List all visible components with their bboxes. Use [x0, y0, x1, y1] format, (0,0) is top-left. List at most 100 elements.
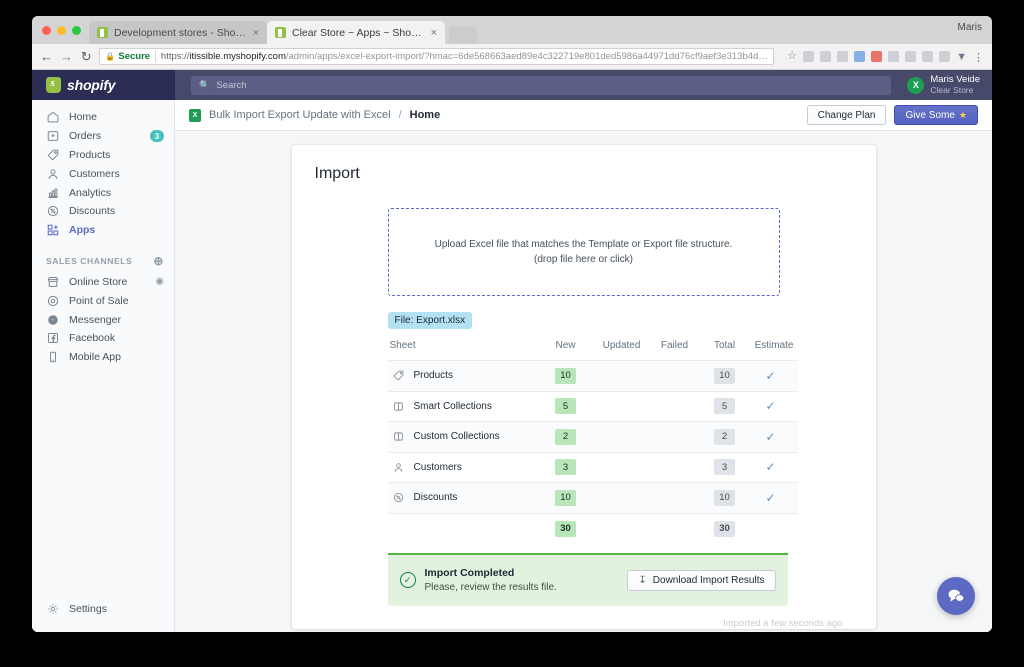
col-sheet: Sheet	[389, 340, 416, 351]
totals-estimate	[750, 513, 798, 544]
row-sheet-cell: Products	[388, 361, 538, 392]
extension-icon-7[interactable]	[939, 51, 951, 62]
omnibox-divider	[155, 51, 156, 62]
person-icon	[48, 169, 58, 179]
change-plan-button[interactable]: Change Plan	[806, 105, 887, 125]
chat-support-button[interactable]	[937, 577, 975, 615]
browser-tab-development-stores[interactable]: Development stores - Shopify ×	[89, 21, 267, 44]
sidebar-item-facebook[interactable]: Facebook	[32, 329, 174, 348]
download-icon: ↧	[638, 574, 647, 586]
sidebar-item-point-of-sale[interactable]: Point of Sale	[32, 291, 174, 310]
totals-new: 30	[538, 513, 594, 544]
table-row[interactable]: Custom Collections 2 2 ✓	[387, 421, 798, 453]
bookmark-star-icon[interactable]: ☆	[787, 51, 797, 62]
sidebar-item-home[interactable]: Home	[32, 108, 174, 127]
row-new: 3	[538, 452, 594, 483]
new-pill: 10	[555, 489, 576, 506]
extension-icon-2[interactable]	[820, 51, 832, 62]
sidebar-item-discounts[interactable]: Discounts	[32, 202, 174, 221]
extension-icon-1[interactable]	[803, 51, 815, 62]
url-path: /admin/apps/excel-export-import/?hmac=6d…	[285, 51, 769, 62]
reload-icon[interactable]: ↻	[80, 49, 92, 65]
sidebar-item-label: Customers	[69, 167, 120, 180]
home-icon	[47, 112, 59, 123]
extension-icon-8[interactable]: ▼	[956, 51, 967, 63]
page-scroll-area[interactable]: Import Upload Excel file that matches th…	[175, 131, 992, 632]
close-window-button[interactable]	[42, 25, 51, 35]
user-menu[interactable]: X Maris Veide Clear Store	[907, 74, 992, 96]
new-tab-button[interactable]	[449, 26, 477, 44]
extension-icon-5[interactable]	[871, 51, 883, 62]
row-sheet-cell: Smart Collections	[388, 391, 538, 422]
download-import-results-button[interactable]: ↧ Download Import Results	[627, 569, 776, 591]
page-scrollbar[interactable]	[983, 131, 992, 632]
col-new: New	[555, 340, 576, 351]
eye-icon[interactable]: ◉	[155, 276, 164, 287]
sidebar-item-analytics[interactable]: Analytics	[32, 183, 174, 202]
row-sheet-label: Products	[413, 370, 453, 382]
sidebar-item-orders[interactable]: Orders 3	[32, 127, 174, 146]
collection-icon	[393, 432, 403, 441]
download-label: Download Import Results	[652, 574, 765, 586]
forward-icon[interactable]: →	[60, 49, 73, 64]
row-new: 5	[538, 391, 594, 422]
row-updated	[594, 452, 650, 483]
sidebar-item-products[interactable]: Products	[32, 146, 174, 165]
plus-circle-icon[interactable]: ⊕	[153, 254, 164, 268]
search-input[interactable]: 🔍 Search	[191, 75, 892, 95]
browser-tab-clear-store[interactable]: Clear Store ~ Apps ~ Shopify ×	[267, 21, 445, 44]
admin-topbar: shopify 🔍 Search X Maris Veide Clear Sto…	[32, 70, 992, 100]
tab-title: Development stores - Shopify	[114, 26, 247, 39]
extension-icon-4[interactable]	[854, 51, 866, 62]
address-bar[interactable]: 🔒 Secure https:// itissible.myshopify.co…	[99, 48, 775, 65]
admin-body: Home Orders 3 Products Customers Analyti…	[32, 100, 992, 632]
import-summary-table: Sheet New Updated Failed Total Estimate	[387, 340, 798, 544]
excel-icon: X	[189, 108, 201, 122]
row-updated	[594, 483, 650, 514]
row-estimate: ✓	[750, 391, 798, 422]
window-controls[interactable]	[40, 16, 89, 44]
row-total: 3	[700, 452, 750, 483]
row-sheet-cell: Custom Collections	[388, 422, 538, 453]
tab-title: Clear Store ~ Apps ~ Shopify	[292, 26, 425, 39]
mail-extension-icon[interactable]	[905, 51, 917, 62]
screenshot-extension-icon[interactable]	[888, 51, 900, 62]
search-placeholder: Search	[216, 79, 247, 91]
table-row[interactable]: Discounts 10 10 ✓	[387, 482, 798, 514]
row-estimate: ✓	[750, 422, 798, 453]
table-row[interactable]: Products 10 10 ✓	[387, 360, 798, 392]
table-row[interactable]: Customers 3 3 ✓	[387, 452, 798, 483]
browser-menu-icon[interactable]: ⋮	[973, 51, 984, 64]
maximize-window-button[interactable]	[72, 25, 81, 35]
table-row[interactable]: Smart Collections 5 5 ✓	[387, 391, 798, 422]
row-total: 2	[700, 422, 750, 453]
shopify-logo[interactable]: shopify	[32, 70, 175, 100]
sidebar-item-apps[interactable]: Apps	[32, 221, 174, 240]
extension-icon-6[interactable]	[922, 51, 934, 62]
extension-icon-3[interactable]	[837, 51, 849, 62]
shopify-bag-icon	[46, 77, 61, 93]
sidebar-item-online-store[interactable]: Online Store ◉	[32, 273, 174, 292]
shopify-favicon	[97, 27, 108, 38]
minimize-window-button[interactable]	[57, 25, 66, 35]
row-total: 5	[700, 391, 750, 422]
sidebar-item-messenger[interactable]: Messenger	[32, 310, 174, 329]
total-pill: 5	[714, 398, 735, 415]
row-failed	[650, 483, 700, 514]
close-tab-icon[interactable]: ×	[431, 27, 437, 39]
total-pill: 10	[714, 489, 735, 506]
app-name[interactable]: Bulk Import Export Update with Excel	[209, 109, 391, 121]
banner-title: Import Completed	[424, 566, 515, 579]
back-icon[interactable]: ←	[40, 49, 53, 64]
file-dropzone[interactable]: Upload Excel file that matches the Templ…	[387, 208, 780, 296]
browser-profile-label[interactable]: Maris	[958, 22, 982, 33]
row-failed	[650, 391, 700, 422]
storefront-icon	[47, 276, 59, 287]
dropzone-line-2: (drop file here or click)	[534, 254, 633, 265]
sidebar-item-settings[interactable]: Settings	[32, 599, 174, 618]
close-tab-icon[interactable]: ×	[253, 27, 259, 39]
sidebar-item-customers[interactable]: Customers	[32, 164, 174, 183]
give-some-button[interactable]: Give Some ★	[894, 105, 978, 125]
header-actions: Change Plan Give Some ★	[806, 105, 978, 125]
sidebar-item-mobile-app[interactable]: Mobile App	[32, 348, 174, 367]
